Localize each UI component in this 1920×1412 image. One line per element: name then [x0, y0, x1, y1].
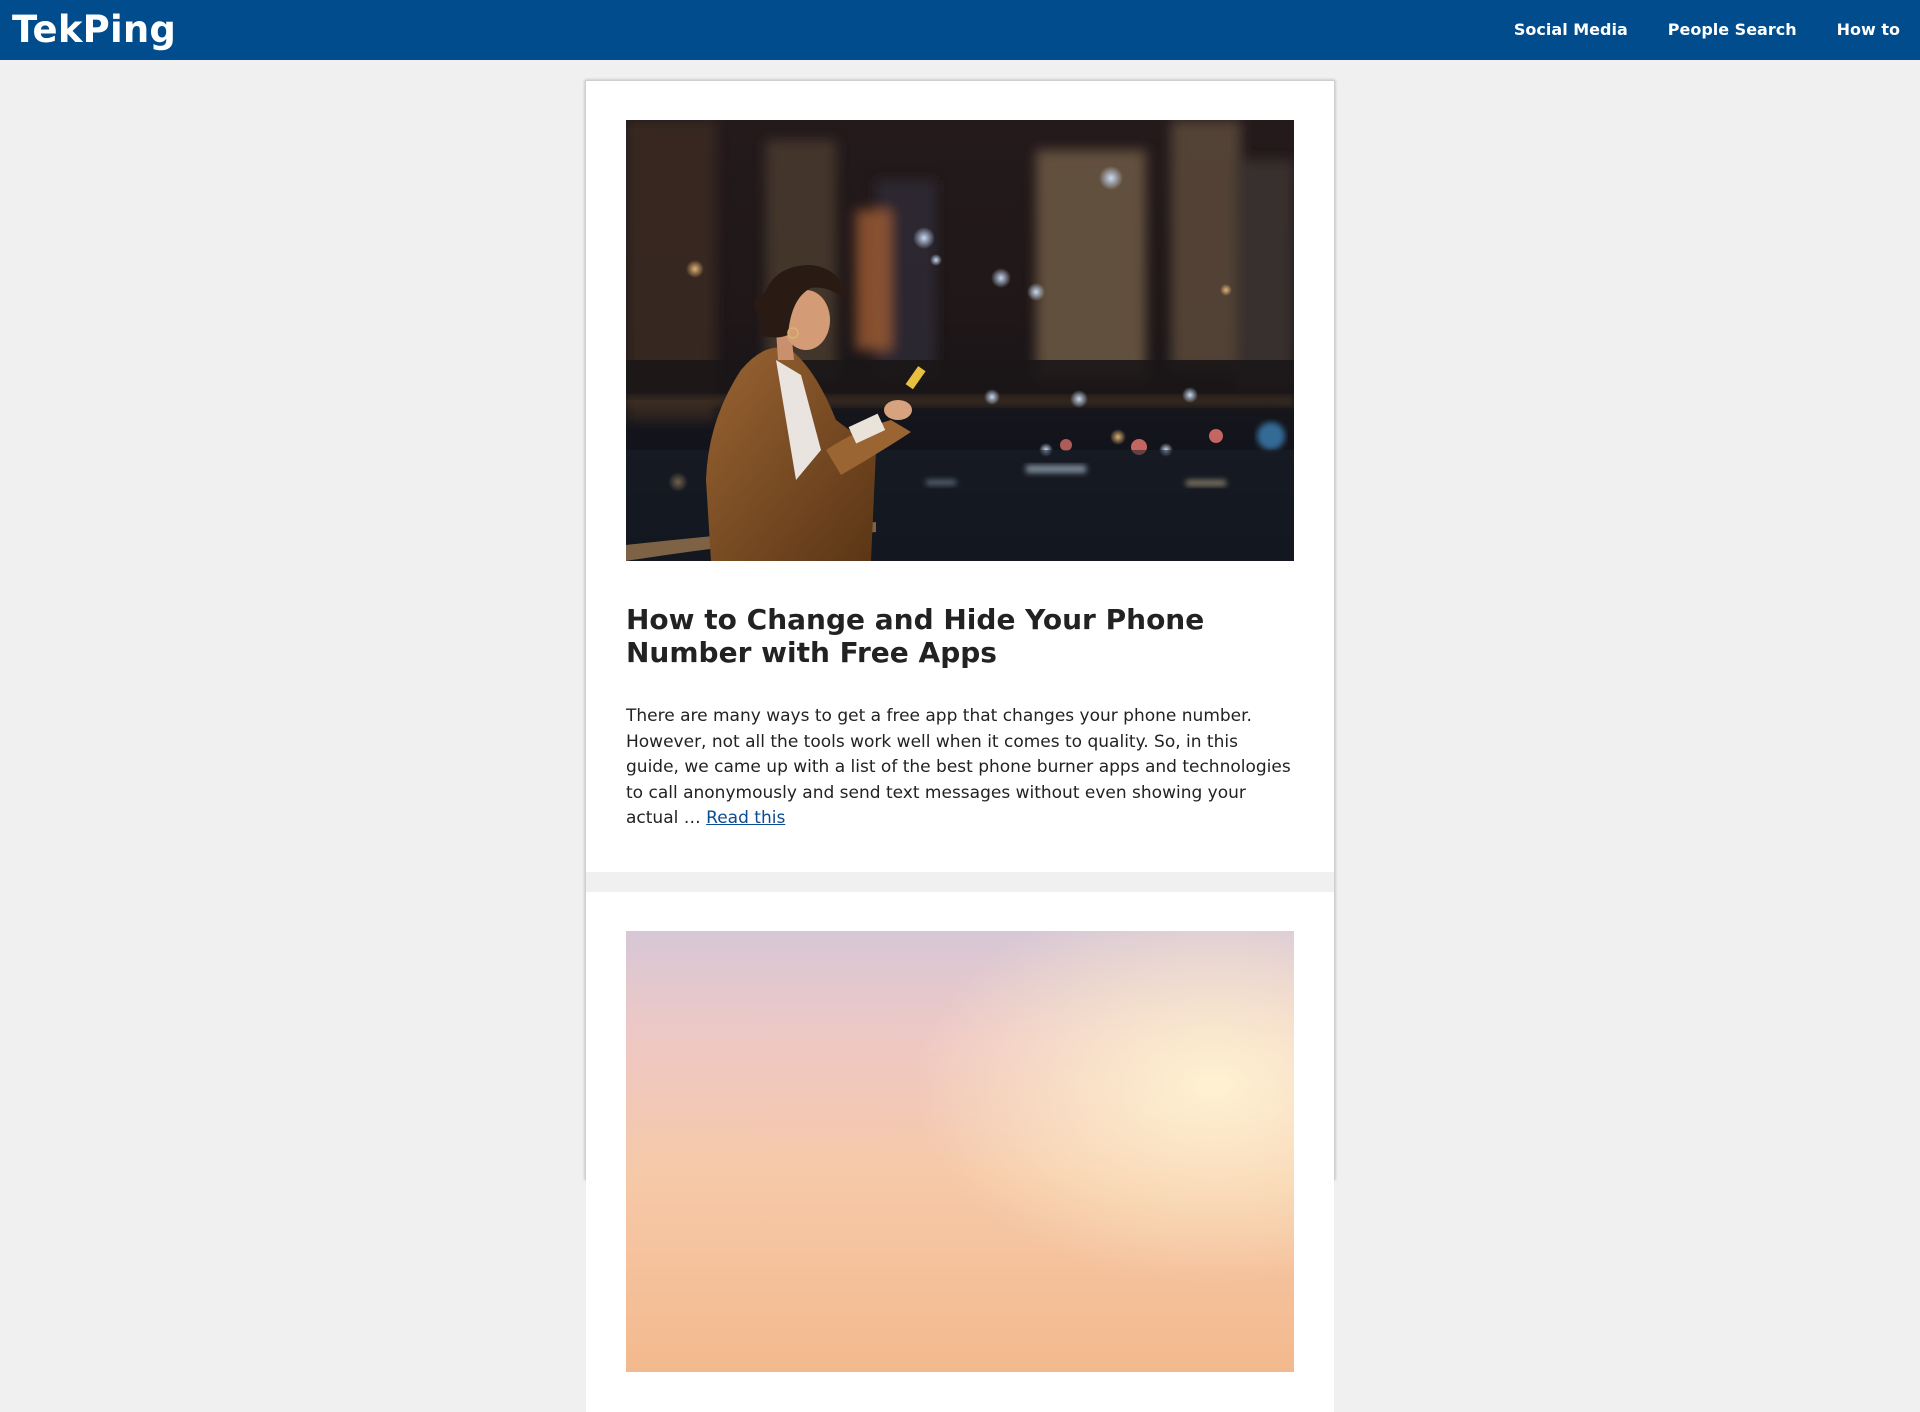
post-thumbnail-image	[626, 120, 1294, 561]
nav-link-social-media[interactable]: Social Media	[1494, 0, 1648, 60]
post-title-link[interactable]: How to Change and Hide Your Phone Number…	[626, 603, 1204, 669]
post-excerpt: There are many ways to get a free app th…	[626, 704, 1294, 832]
post-card	[586, 891, 1334, 1412]
post-card: How to Change and Hide Your Phone Number…	[586, 81, 1334, 872]
site-header: TekPing Social Media People Search How t…	[0, 0, 1920, 60]
post-thumbnail-link[interactable]	[626, 120, 1294, 561]
post-title: How to Change and Hide Your Phone Number…	[626, 603, 1294, 669]
main-navigation: Social Media People Search How to	[1494, 0, 1920, 60]
post-thumbnail-image	[626, 930, 1294, 1372]
nav-link-people-search[interactable]: People Search	[1648, 0, 1817, 60]
post-thumbnail-link[interactable]	[626, 930, 1294, 1372]
site-logo-link[interactable]: TekPing	[12, 0, 176, 60]
read-more-link[interactable]: Read this	[706, 808, 785, 828]
content-column: How to Change and Hide Your Phone Number…	[585, 80, 1335, 1412]
nav-link-how-to[interactable]: How to	[1817, 0, 1920, 60]
